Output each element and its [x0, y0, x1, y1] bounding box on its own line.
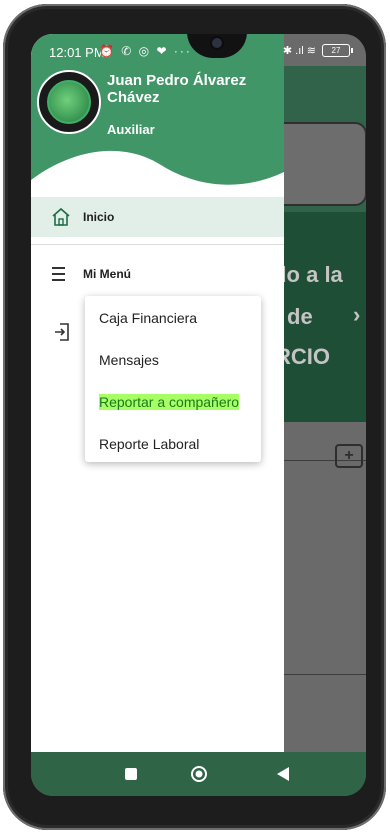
back-triangle-icon — [277, 767, 289, 781]
battery-icon: 27 — [322, 44, 353, 57]
chevron-right-icon: › — [353, 302, 361, 327]
status-time: 12:01 PM — [49, 45, 105, 60]
recent-apps-button[interactable] — [121, 764, 141, 784]
system-nav-bar — [31, 752, 366, 796]
signal-icons: ✱ .ıl ≋ — [282, 45, 316, 57]
drawer-item-mi-menu[interactable]: Mi Menú — [31, 254, 284, 294]
banner-text-line: de — [287, 304, 313, 329]
user-role: Auxiliar — [107, 122, 155, 137]
globe-logo-icon — [47, 80, 91, 124]
submenu-item-reporte-laboral[interactable]: Reporte Laboral — [99, 436, 199, 452]
back-button[interactable] — [273, 764, 293, 784]
drawer-item-inicio[interactable]: Inicio — [31, 197, 284, 237]
logout-icon — [55, 323, 69, 341]
phone-frame: ido a la de RCIO › + 12:01 PM ⏰ ✆ ◎ ❤ ··… — [3, 4, 386, 830]
circle-icon — [191, 766, 207, 782]
user-name: Juan Pedro Álvarez Chávez — [107, 72, 247, 106]
avatar[interactable] — [37, 70, 101, 134]
submenu-popup: Caja Financiera Mensajes Reportar a comp… — [85, 296, 261, 462]
drawer-item-label: Mi Menú — [83, 267, 131, 281]
home-icon — [52, 207, 70, 226]
drawer-item-label: Inicio — [83, 210, 115, 224]
home-button[interactable] — [189, 764, 209, 784]
phone-screen: ido a la de RCIO › + 12:01 PM ⏰ ✆ ◎ ❤ ··… — [31, 34, 366, 796]
submenu-item-caja-financiera[interactable]: Caja Financiera — [99, 310, 197, 326]
add-comment-icon: + — [335, 444, 363, 468]
submenu-item-reportar-companero[interactable]: Reportar a compañero — [99, 394, 240, 410]
divider — [283, 674, 366, 675]
square-icon — [125, 768, 137, 780]
menu-icon — [52, 267, 65, 281]
divider — [31, 244, 284, 245]
notification-icons: ⏰ ✆ ◎ ❤ ··· — [99, 44, 192, 58]
header-wave — [31, 150, 284, 204]
status-icons: ✱ .ıl ≋ 27 — [282, 44, 353, 57]
submenu-item-mensajes[interactable]: Mensajes — [99, 352, 159, 368]
